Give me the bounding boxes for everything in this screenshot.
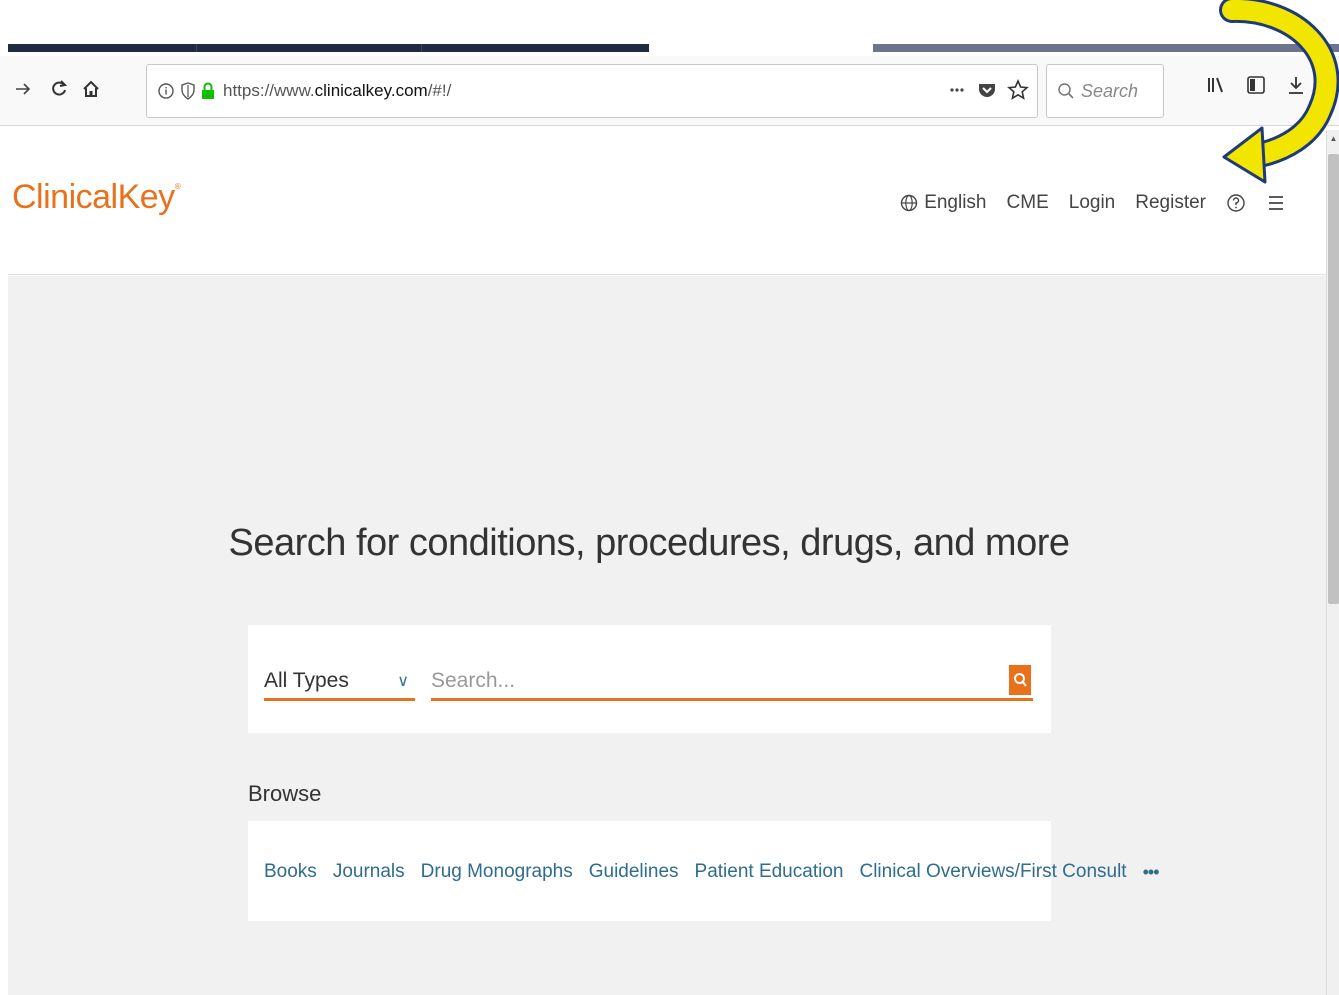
browse-heading: Browse: [248, 781, 322, 806]
bookmark-star-icon[interactable]: [1007, 79, 1029, 101]
main-search-input[interactable]: [431, 668, 991, 693]
tab-separator: [421, 44, 422, 52]
page-actions-icon[interactable]: [947, 80, 967, 100]
main-search-field[interactable]: [431, 663, 1033, 701]
url-suffix: /#!/: [427, 81, 452, 100]
tab-separator: [196, 44, 197, 52]
page-headline: Search for conditions, procedures, drugs…: [228, 522, 1070, 564]
logo-registered-mark: ®: [174, 182, 181, 191]
reload-button[interactable]: [44, 74, 74, 104]
language-selector[interactable]: English: [900, 192, 987, 214]
content-type-select[interactable]: All Types ∨: [264, 663, 415, 701]
home-button[interactable]: [76, 74, 106, 104]
hamburger-menu-icon: [1269, 196, 1283, 210]
url-prefix: https://www.: [223, 81, 315, 100]
tab-bar-gray: [873, 44, 1339, 52]
url-text: https://www.clinicalkey.com/#!/: [223, 81, 451, 101]
browse-link-drug-monographs[interactable]: Drug Monographs: [421, 861, 573, 883]
search-icon: [1058, 83, 1074, 99]
clinicalkey-logo[interactable]: ClinicalKey®: [12, 178, 181, 217]
sidebar-icon[interactable]: [1245, 74, 1267, 96]
browse-panel: Books Journals Drug Monographs Guideline…: [248, 821, 1159, 921]
download-icon[interactable]: [1285, 74, 1307, 96]
tracking-shield-icon[interactable]: [181, 82, 195, 100]
login-label: Login: [1068, 192, 1116, 213]
page-scrollbar[interactable]: ▲: [1326, 130, 1339, 995]
site-header: ClinicalKey® English CME Login Register: [8, 130, 1326, 275]
browse-link-books[interactable]: Books: [264, 861, 317, 883]
library-icon[interactable]: [1205, 74, 1227, 96]
chevron-down-icon: ∨: [397, 672, 409, 690]
search-submit-button[interactable]: [1009, 665, 1031, 695]
globe-icon: [900, 194, 918, 212]
forward-button[interactable]: [8, 74, 38, 104]
cme-link[interactable]: CME: [1007, 192, 1049, 214]
home-icon: [83, 80, 99, 97]
tab-strip: [0, 0, 1339, 52]
menu-button[interactable]: [1266, 193, 1286, 213]
browse-link-journals[interactable]: Journals: [333, 861, 405, 883]
browse-link-clinical-overviews[interactable]: Clinical Overviews/First Consult: [859, 861, 1126, 883]
browse-more-button[interactable]: •••: [1143, 862, 1160, 883]
search-icon: [1014, 673, 1027, 687]
help-button[interactable]: [1226, 193, 1246, 213]
url-domain: clinicalkey.com: [314, 81, 428, 100]
scroll-thumb[interactable]: [1328, 154, 1339, 604]
help-icon: [1227, 194, 1245, 212]
register-label: Register: [1135, 192, 1206, 213]
logo-text: ClinicalKey: [12, 178, 175, 216]
register-link[interactable]: Register: [1135, 192, 1206, 214]
search-panel: All Types ∨: [248, 625, 1051, 733]
browser-search-field[interactable]: Search: [1046, 64, 1164, 118]
info-icon[interactable]: [157, 82, 175, 100]
browse-link-patient-education[interactable]: Patient Education: [695, 861, 844, 883]
cme-label: CME: [1006, 192, 1049, 213]
pocket-icon[interactable]: [977, 80, 997, 100]
reload-icon: [52, 80, 68, 96]
language-label: English: [924, 192, 987, 213]
lock-icon[interactable]: [201, 82, 215, 100]
browse-link-guidelines[interactable]: Guidelines: [589, 861, 679, 883]
tab-bar-dark: [8, 44, 649, 52]
scroll-up-arrow-icon[interactable]: ▲: [1327, 134, 1339, 143]
browser-toolbar: https://www.clinicalkey.com/#!/ Search: [0, 56, 1339, 126]
forward-arrow-icon: [16, 83, 31, 95]
address-bar[interactable]: https://www.clinicalkey.com/#!/: [146, 64, 1038, 118]
content-type-value: All Types: [264, 668, 349, 692]
main-content: Search for conditions, procedures, drugs…: [8, 276, 1326, 995]
browser-search-placeholder: Search: [1081, 80, 1139, 101]
login-link[interactable]: Login: [1069, 192, 1116, 214]
